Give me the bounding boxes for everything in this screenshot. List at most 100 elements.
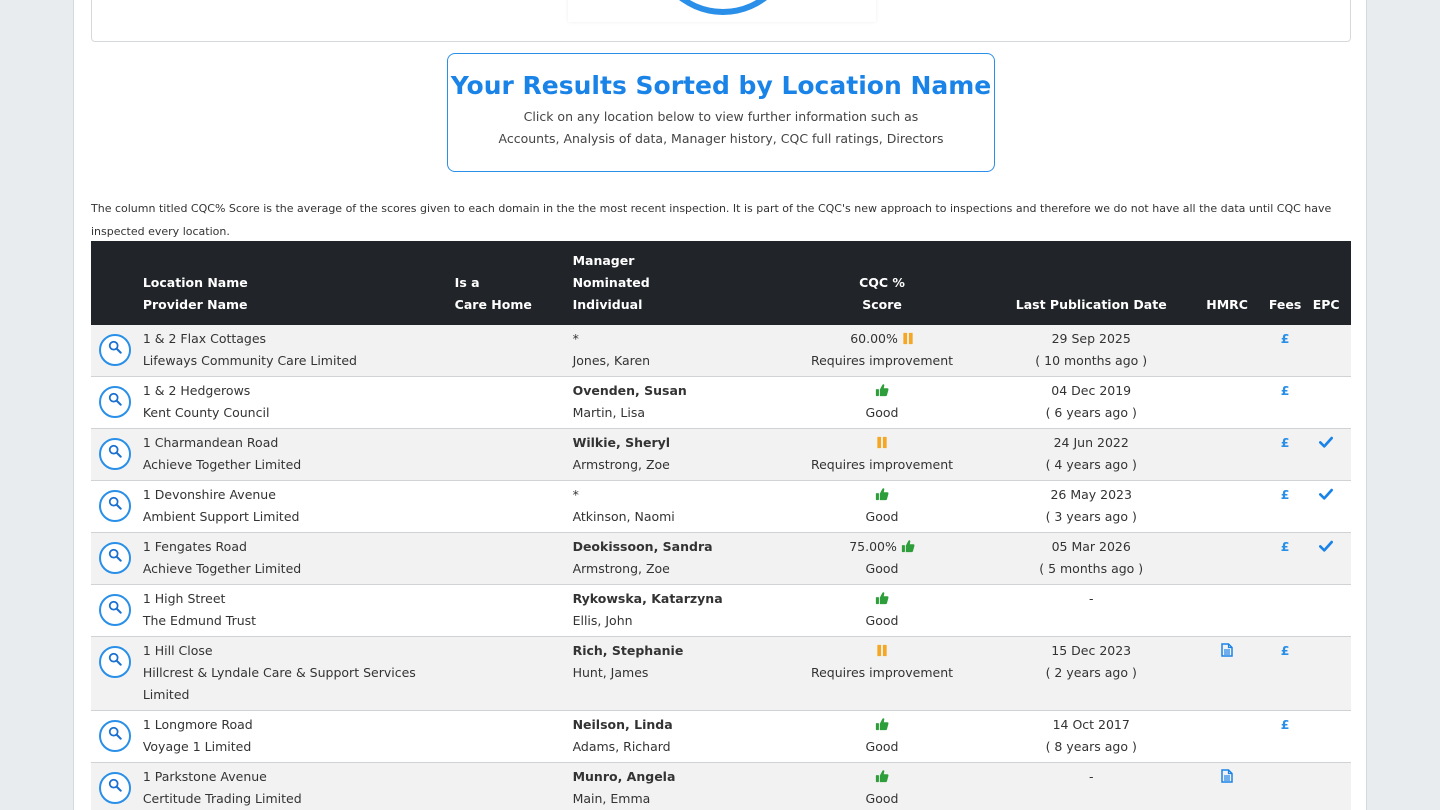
magnifier-svg [108,548,122,562]
cqc-score-cell: Good [767,585,997,637]
cqc-score-cell: Good [767,377,997,429]
view-location-button[interactable] [99,438,131,470]
table-row[interactable]: 1 Hill Close Hillcrest & Lyndale Care & S… [91,636,1351,711]
location-cell[interactable]: 1 Fengates Road Achieve Together Limited [143,533,455,585]
fees-cell: £ [1269,429,1301,481]
header-location[interactable]: Location Name Provider Name [143,241,455,325]
rating-label: Requires improvement [810,353,954,368]
view-location-button[interactable] [99,646,131,678]
table-row[interactable]: 1 Charmandean Road Achieve Together Limit… [91,428,1351,481]
manager-cell: Ovenden, Susan Martin, Lisa [573,377,767,429]
view-location-button[interactable] [99,490,131,522]
location-cell[interactable]: 1 High Street The Edmund Trust [143,585,455,637]
location-name[interactable]: 1 & 2 Flax Cottages [143,331,266,346]
document-icon[interactable] [1221,769,1233,784]
cqc-score-note: The column titled CQC% Score is the aver… [91,202,1332,238]
view-location-button[interactable] [99,386,131,418]
location-cell[interactable]: 1 Charmandean Road Achieve Together Limit… [143,429,455,481]
location-name[interactable]: 1 Longmore Road [143,717,253,732]
care-home-cell [455,377,573,429]
view-location-button[interactable] [99,594,131,626]
view-location-button[interactable] [99,542,131,574]
location-name[interactable]: 1 Parkstone Avenue [143,769,267,784]
table-row[interactable]: 1 Fengates Road Achieve Together Limited … [91,532,1351,585]
nominated-individual: Ellis, John [572,613,633,628]
fees-link[interactable]: £ [1281,717,1290,732]
map-panel [91,0,1351,42]
publication-date: - [1088,591,1094,606]
publication-age: ( 5 months ago ) [1039,561,1144,576]
location-name[interactable]: 1 Charmandean Road [143,435,278,450]
location-cell[interactable]: 1 Hill Close Hillcrest & Lyndale Care & S… [143,637,455,711]
table-row[interactable]: 1 Longmore Road Voyage 1 Limited Neilson,… [91,711,1351,763]
manager-name: Wilkie, Sheryl [572,435,671,450]
publication-cell: 14 Oct 2017 ( 8 years ago ) [997,711,1185,763]
care-home-cell [455,325,573,377]
location-name[interactable]: 1 High Street [143,591,226,606]
search-icon [108,725,122,747]
header-publication-date[interactable]: Last Publication Date [997,241,1185,325]
location-name[interactable]: 1 Fengates Road [143,539,247,554]
fees-link[interactable]: £ [1281,383,1290,398]
results-title: Your Results Sorted by Location Name [450,71,992,100]
hmrc-cell [1185,711,1268,763]
table-row[interactable]: 1 Devonshire Avenue Ambient Support Limit… [91,481,1351,533]
manager-name: * [572,331,579,346]
header-manager[interactable]: Manager Nominated Individual [573,241,767,325]
location-cell[interactable]: 1 Longmore Road Voyage 1 Limited [143,711,455,763]
fees-link[interactable]: £ [1281,487,1290,502]
fees-link[interactable]: £ [1281,539,1290,554]
nominated-individual: Jones, Karen [572,353,651,368]
table-row[interactable]: 1 & 2 Flax Cottages Lifeways Community Ca… [91,325,1351,377]
magnifier-svg [108,600,122,614]
fees-cell: £ [1269,325,1301,377]
view-cell [91,711,143,763]
location-name[interactable]: 1 Devonshire Avenue [143,487,276,502]
location-name[interactable]: 1 Hill Close [143,643,213,658]
document-icon[interactable] [1221,643,1233,658]
header-fees[interactable]: Fees [1269,241,1301,325]
rating-label: Good [865,405,899,420]
cqc-score-cell: 60.00% Requires improvement [767,325,997,377]
results-heading-box: Your Results Sorted by Location Name Cli… [447,53,995,172]
fees-link[interactable]: £ [1281,643,1290,658]
hmrc-cell [1185,429,1268,481]
header-cqc-score[interactable]: CQC % Score [767,241,997,325]
location-cell[interactable]: 1 & 2 Hedgerows Kent County Council [143,377,455,429]
view-location-button[interactable] [99,772,131,804]
table-row[interactable]: 1 High Street The Edmund Trust Rykowska, … [91,585,1351,637]
instructions-line-2: Accounts, Analysis of data, Manager hist… [498,131,944,146]
location-cell[interactable]: 1 & 2 Flax Cottages Lifeways Community Ca… [143,325,455,377]
publication-date: 04 Dec 2019 [1051,383,1132,398]
magnifier-svg [108,496,122,510]
epc-cell [1301,481,1351,533]
check-icon[interactable] [1319,539,1334,554]
fees-link[interactable]: £ [1281,435,1290,450]
care-home-cell [455,637,573,711]
location-name[interactable]: 1 & 2 Hedgerows [143,383,250,398]
thumbs-up-icon [875,717,889,732]
fees-link[interactable]: £ [1281,331,1290,346]
search-icon [108,339,122,361]
header-hmrc[interactable]: HMRC [1185,241,1268,325]
publication-date: 14 Oct 2017 [1052,717,1130,732]
care-home-cell [455,481,573,533]
provider-name: Ambient Support Limited [142,509,300,524]
results-table: Location Name Provider Name Is a Care Home… [91,241,1351,810]
view-location-button[interactable] [99,720,131,752]
header-care-home[interactable]: Is a Care Home [455,241,573,325]
check-icon[interactable] [1319,435,1334,450]
publication-age: ( 10 months ago ) [1035,353,1148,368]
location-cell[interactable]: 1 Parkstone Avenue Certitude Trading Limi… [143,763,455,810]
check-icon[interactable] [1319,487,1334,502]
magnifier-svg [108,444,122,458]
header-epc[interactable]: EPC [1301,241,1351,325]
search-icon [108,599,122,621]
rating-label: Requires improvement [810,665,954,680]
table-row[interactable]: 1 & 2 Hedgerows Kent County Council Ovend… [91,377,1351,429]
view-cell [91,429,143,481]
cqc-score-value: 60.00% [850,331,898,346]
location-cell[interactable]: 1 Devonshire Avenue Ambient Support Limit… [143,481,455,533]
view-location-button[interactable] [99,334,131,366]
table-row[interactable]: 1 Parkstone Avenue Certitude Trading Limi… [91,762,1351,810]
